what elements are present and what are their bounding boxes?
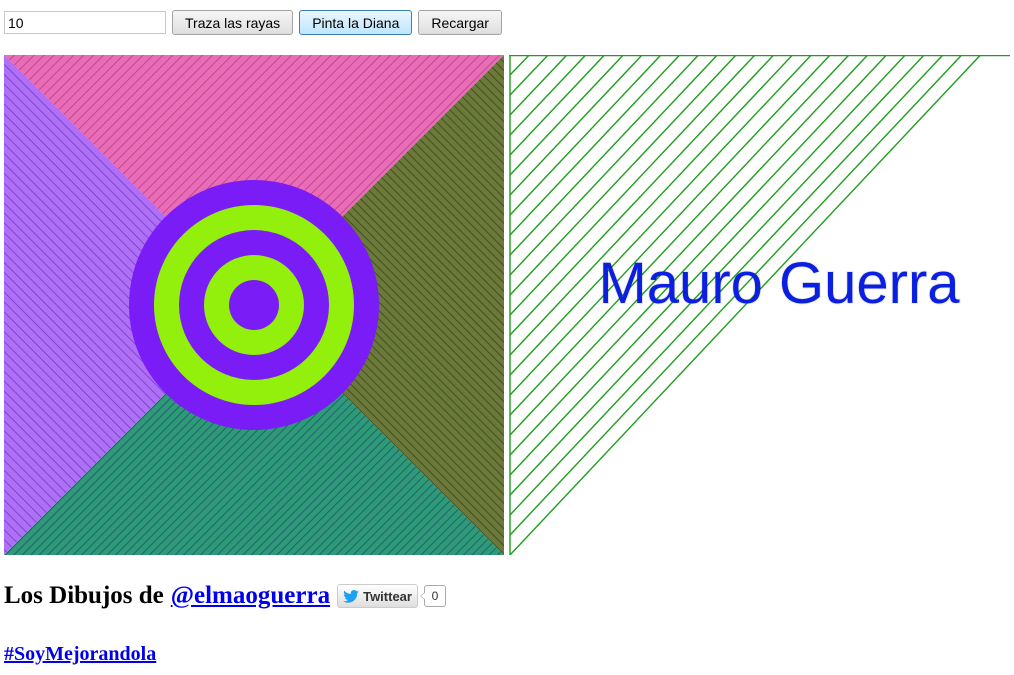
string-line: [509, 55, 812, 376]
reload-button[interactable]: Recargar: [418, 10, 502, 35]
string-line: [509, 55, 831, 396]
string-line: [509, 55, 549, 96]
trace-lines-button[interactable]: Traza las rayas: [172, 10, 294, 35]
heading-text: Los Dibujos de: [4, 582, 164, 609]
lines-count-input[interactable]: [4, 11, 166, 34]
tweet-button-label: Twittear: [363, 588, 412, 604]
string-line: [509, 55, 605, 156]
toolbar: Traza las rayas Pinta la Diana Recargar: [4, 10, 502, 35]
string-line: [509, 55, 661, 216]
twitter-handle-link[interactable]: @elmaoguerra: [171, 582, 330, 610]
string-line: [509, 55, 586, 136]
string-art-canvas: Mauro Guerra: [509, 55, 1010, 555]
string-line: [509, 55, 718, 276]
hashtag-paragraph: #SoyMejorandola: [4, 643, 156, 666]
target: [129, 180, 379, 430]
author-name-text: Mauro Guerra: [598, 251, 960, 316]
string-line: [509, 55, 680, 236]
string-line: [509, 55, 624, 176]
target-bullseye: [229, 280, 279, 330]
paint-target-button[interactable]: Pinta la Diana: [299, 10, 413, 35]
string-line: [509, 55, 868, 436]
string-line: [509, 55, 530, 76]
tweet-button[interactable]: Twittear: [337, 584, 418, 608]
string-line: [509, 55, 849, 416]
page-heading: Los Dibujos de @elmaoguerra Twittear 0: [4, 582, 446, 610]
tweet-count: 0: [419, 585, 446, 607]
twitter-bird-icon: [343, 589, 359, 603]
string-line: [509, 55, 643, 196]
hashtag-link[interactable]: #SoyMejorandola: [4, 643, 156, 665]
target-canvas: [4, 55, 504, 555]
